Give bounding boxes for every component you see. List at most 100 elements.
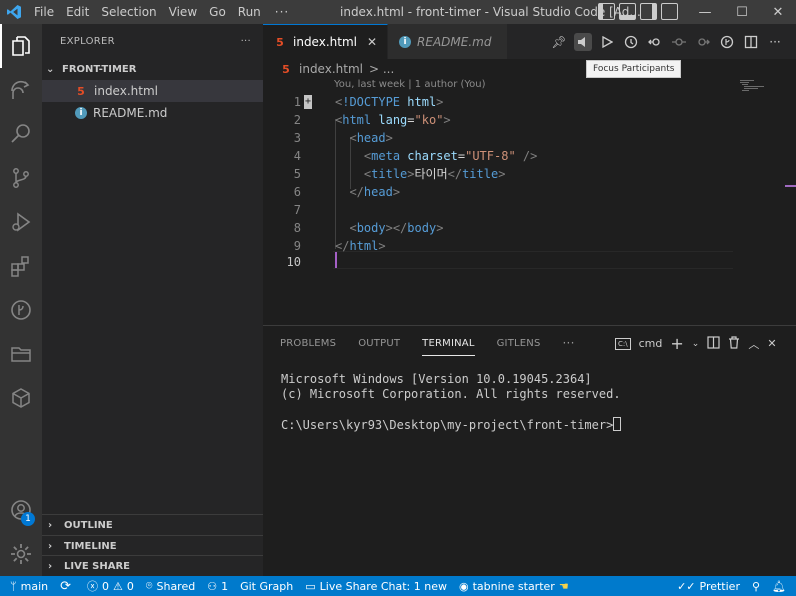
line-number: 4 bbox=[293, 149, 301, 163]
error-icon: ⓧ bbox=[87, 580, 98, 593]
run-debug-icon[interactable] bbox=[0, 200, 42, 244]
toggle-blame-icon[interactable] bbox=[718, 33, 736, 51]
menu-go[interactable]: Go bbox=[203, 0, 232, 24]
code-line: 5 <title>타이머</title> bbox=[263, 165, 733, 183]
ports-indicator[interactable]: ⚇ 1 bbox=[201, 580, 234, 593]
code-text: <body></body> bbox=[349, 221, 444, 235]
new-terminal-icon[interactable]: + bbox=[670, 334, 683, 353]
live-share-icon[interactable] bbox=[0, 68, 42, 112]
ports-icon: ⚇ bbox=[207, 579, 218, 593]
editor-scrollbar[interactable] bbox=[785, 79, 796, 325]
open-changes-history-icon[interactable] bbox=[622, 33, 640, 51]
live-share-chat-button[interactable]: ▭ Live Share Chat: 1 new bbox=[299, 580, 453, 593]
project-manager-icon[interactable] bbox=[0, 332, 42, 376]
code-line: 1 <!DOCTYPE html> bbox=[263, 93, 733, 111]
breadcrumb-more[interactable]: > ... bbox=[369, 62, 394, 76]
status-bar: ᛘ main ⟳ ⓧ 0 ⚠ 0 ⌾ Shared ⚇ 1 Git Graph … bbox=[0, 576, 796, 596]
code-line: 8 <body></body> bbox=[263, 219, 733, 237]
folder-front-timer[interactable]: ⌄ FRONT-TIMER bbox=[42, 58, 263, 80]
timeline-section[interactable]: › TIMELINE bbox=[42, 535, 263, 556]
search-icon[interactable] bbox=[0, 112, 42, 156]
tab-label: README.md bbox=[417, 34, 492, 49]
toggle-primary-sidebar-icon[interactable] bbox=[598, 3, 615, 20]
source-control-icon[interactable] bbox=[0, 156, 42, 200]
terminal-prompt: C:\Users\kyr93\Desktop\my-project\front-… bbox=[281, 417, 622, 432]
tab-problems[interactable]: PROBLEMS bbox=[280, 338, 336, 349]
tab-index-html[interactable]: 5 index.html ✕ bbox=[263, 24, 389, 59]
bell-icon: 🔔︎ bbox=[772, 579, 786, 593]
previous-revision-icon[interactable] bbox=[646, 33, 664, 51]
minimize-icon[interactable]: — bbox=[687, 0, 723, 24]
file-index-html[interactable]: 5 index.html bbox=[42, 80, 263, 102]
pin-icon[interactable]: 📌︎ bbox=[550, 33, 568, 51]
git-blame-annotation[interactable]: You, last week | 1 author (You) bbox=[334, 79, 486, 90]
sync-button[interactable]: ⟳ bbox=[54, 579, 81, 594]
explorer-icon[interactable] bbox=[0, 24, 42, 68]
minimap[interactable] bbox=[738, 79, 788, 93]
accounts-icon[interactable]: 1 bbox=[0, 488, 42, 532]
terminal-icon: C:\ bbox=[615, 337, 631, 350]
close-tab-icon[interactable]: ✕ bbox=[367, 35, 377, 49]
problems-indicator[interactable]: ⓧ 0 ⚠ 0 bbox=[81, 578, 140, 594]
line-number: 7 bbox=[293, 203, 301, 217]
file-label: index.html bbox=[94, 84, 158, 98]
menu-run[interactable]: Run bbox=[232, 0, 267, 24]
tab-readme-md[interactable]: i README.md bbox=[388, 24, 509, 59]
code-editor[interactable]: You, last week | 1 author (You) + 1 <!DO… bbox=[263, 79, 796, 325]
toggle-panel-icon[interactable] bbox=[619, 3, 636, 20]
menu-edit[interactable]: Edit bbox=[60, 0, 95, 24]
line-number: 1 bbox=[293, 95, 301, 109]
tab-terminal[interactable]: TERMINAL bbox=[422, 338, 476, 356]
terminal-shell-label[interactable]: cmd bbox=[639, 337, 663, 350]
terminal-output[interactable]: Microsoft Windows [Version 10.0.19045.23… bbox=[281, 372, 622, 432]
live-share-section[interactable]: › LIVE SHARE bbox=[42, 555, 263, 576]
git-graph-button[interactable]: Git Graph bbox=[234, 580, 299, 593]
tabnine-button[interactable]: ◉ tabnine starter ☚ bbox=[453, 580, 579, 593]
more-actions-icon[interactable]: ··· bbox=[766, 33, 784, 51]
chevron-right-icon: › bbox=[48, 519, 53, 531]
tab-label: index.html bbox=[293, 35, 357, 49]
manage-gear-icon[interactable] bbox=[0, 532, 42, 576]
commit-icon[interactable] bbox=[670, 33, 688, 51]
menu-selection[interactable]: Selection bbox=[95, 0, 162, 24]
next-revision-icon[interactable] bbox=[694, 33, 712, 51]
remote-explorer-icon[interactable] bbox=[0, 376, 42, 420]
file-readme-md[interactable]: i README.md bbox=[42, 102, 263, 124]
code-text: <!DOCTYPE html> bbox=[335, 95, 444, 109]
html5-icon: 5 bbox=[276, 35, 284, 49]
timeline-label: TIMELINE bbox=[64, 540, 117, 552]
toggle-secondary-sidebar-icon[interactable] bbox=[640, 3, 657, 20]
gitlens-icon[interactable] bbox=[0, 288, 42, 332]
split-terminal-icon[interactable] bbox=[707, 335, 720, 352]
breadcrumb-file[interactable]: index.html bbox=[299, 62, 363, 76]
live-share-status[interactable]: ⌾ Shared bbox=[140, 579, 201, 593]
prettier-button[interactable]: ✓✓ Prettier bbox=[671, 580, 746, 593]
feedback-button[interactable]: ⚲ bbox=[746, 580, 766, 593]
customize-layout-icon[interactable] bbox=[661, 3, 678, 20]
menu-view[interactable]: View bbox=[163, 0, 203, 24]
chevron-down-icon[interactable]: ⌄ bbox=[692, 339, 700, 349]
menu-more[interactable]: ··· bbox=[267, 0, 297, 24]
extensions-icon[interactable] bbox=[0, 244, 42, 288]
code-text: <meta charset="UTF-8" /> bbox=[363, 149, 538, 163]
line-number: 5 bbox=[293, 167, 301, 181]
maximize-panel-icon[interactable]: ︿ bbox=[748, 336, 759, 352]
menu-file[interactable]: File bbox=[28, 0, 60, 24]
tab-gitlens[interactable]: GITLENS bbox=[497, 338, 541, 349]
branch-indicator[interactable]: ᛘ main bbox=[0, 580, 54, 593]
tab-output[interactable]: OUTPUT bbox=[358, 338, 400, 349]
maximize-icon[interactable]: ☐ bbox=[724, 0, 760, 24]
code-text: <title>타이머</title> bbox=[363, 167, 506, 181]
focus-participants-icon[interactable] bbox=[574, 33, 592, 51]
split-editor-icon[interactable] bbox=[742, 33, 760, 51]
close-window-icon[interactable]: ✕ bbox=[760, 0, 796, 24]
outline-section[interactable]: › OUTLINE bbox=[42, 514, 263, 535]
run-icon[interactable] bbox=[598, 33, 616, 51]
close-panel-icon[interactable]: ✕ bbox=[767, 337, 776, 350]
panel-more-button[interactable]: ··· bbox=[563, 336, 575, 350]
hand-icon: ☚ bbox=[558, 579, 569, 593]
explorer-more-button[interactable]: ··· bbox=[241, 36, 251, 47]
code-line: 6 </head> bbox=[263, 183, 733, 201]
trash-icon[interactable] bbox=[728, 335, 740, 352]
notifications-button[interactable]: 🔔︎ bbox=[766, 580, 796, 593]
